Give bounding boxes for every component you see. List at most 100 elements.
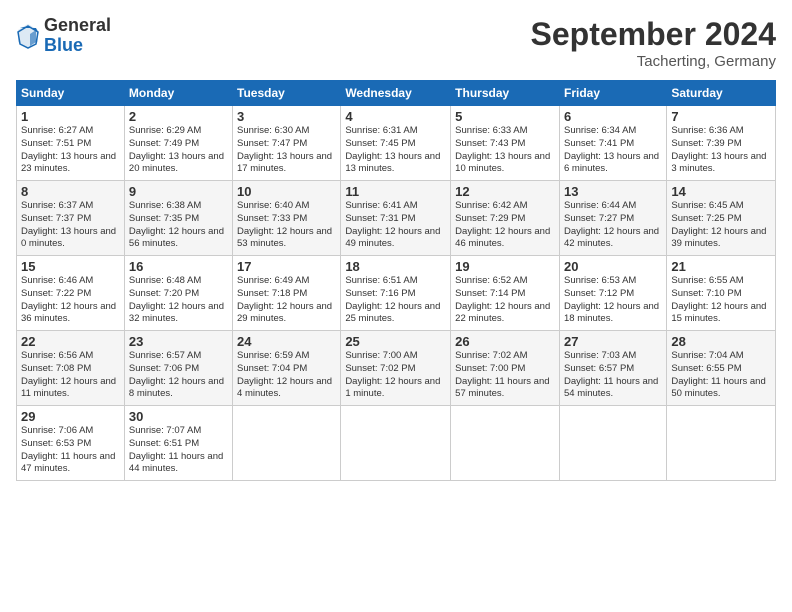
day-info: Sunrise: 6:34 AM Sunset: 7:41 PM Dayligh…: [564, 125, 662, 176]
table-row: 15Sunrise: 6:46 AM Sunset: 7:22 PM Dayli…: [17, 256, 125, 331]
table-row: 24Sunrise: 6:59 AM Sunset: 7:04 PM Dayli…: [233, 331, 341, 406]
day-number: 3: [237, 109, 336, 124]
table-row: [559, 406, 666, 481]
day-number: 21: [671, 259, 771, 274]
day-info: Sunrise: 7:07 AM Sunset: 6:51 PM Dayligh…: [129, 425, 228, 476]
day-number: 6: [564, 109, 662, 124]
table-row: 2Sunrise: 6:29 AM Sunset: 7:49 PM Daylig…: [124, 106, 232, 181]
table-row: 10Sunrise: 6:40 AM Sunset: 7:33 PM Dayli…: [233, 181, 341, 256]
day-number: 15: [21, 259, 120, 274]
table-row: 19Sunrise: 6:52 AM Sunset: 7:14 PM Dayli…: [451, 256, 560, 331]
day-number: 12: [455, 184, 555, 199]
month-title: September 2024: [531, 16, 776, 53]
day-number: 14: [671, 184, 771, 199]
day-header: Friday: [559, 81, 666, 106]
day-number: 30: [129, 409, 228, 424]
table-row: 5Sunrise: 6:33 AM Sunset: 7:43 PM Daylig…: [451, 106, 560, 181]
day-header: Saturday: [667, 81, 776, 106]
day-number: 8: [21, 184, 120, 199]
day-header: Thursday: [451, 81, 560, 106]
day-number: 11: [345, 184, 446, 199]
calendar-week: 29Sunrise: 7:06 AM Sunset: 6:53 PM Dayli…: [17, 406, 776, 481]
table-row: 8Sunrise: 6:37 AM Sunset: 7:37 PM Daylig…: [17, 181, 125, 256]
day-info: Sunrise: 6:56 AM Sunset: 7:08 PM Dayligh…: [21, 350, 120, 401]
day-info: Sunrise: 6:45 AM Sunset: 7:25 PM Dayligh…: [671, 200, 771, 251]
day-info: Sunrise: 6:44 AM Sunset: 7:27 PM Dayligh…: [564, 200, 662, 251]
calendar-week: 8Sunrise: 6:37 AM Sunset: 7:37 PM Daylig…: [17, 181, 776, 256]
table-row: 7Sunrise: 6:36 AM Sunset: 7:39 PM Daylig…: [667, 106, 776, 181]
day-info: Sunrise: 6:57 AM Sunset: 7:06 PM Dayligh…: [129, 350, 228, 401]
logo: General Blue: [16, 16, 111, 56]
table-row: 18Sunrise: 6:51 AM Sunset: 7:16 PM Dayli…: [341, 256, 451, 331]
day-number: 20: [564, 259, 662, 274]
day-info: Sunrise: 6:42 AM Sunset: 7:29 PM Dayligh…: [455, 200, 555, 251]
day-info: Sunrise: 6:49 AM Sunset: 7:18 PM Dayligh…: [237, 275, 336, 326]
logo-blue: Blue: [44, 36, 111, 56]
table-row: [667, 406, 776, 481]
table-row: 21Sunrise: 6:55 AM Sunset: 7:10 PM Dayli…: [667, 256, 776, 331]
day-number: 9: [129, 184, 228, 199]
table-row: 4Sunrise: 6:31 AM Sunset: 7:45 PM Daylig…: [341, 106, 451, 181]
calendar-week: 1Sunrise: 6:27 AM Sunset: 7:51 PM Daylig…: [17, 106, 776, 181]
day-number: 27: [564, 334, 662, 349]
calendar: SundayMondayTuesdayWednesdayThursdayFrid…: [16, 80, 776, 481]
day-number: 5: [455, 109, 555, 124]
table-row: [341, 406, 451, 481]
day-info: Sunrise: 6:29 AM Sunset: 7:49 PM Dayligh…: [129, 125, 228, 176]
day-info: Sunrise: 6:37 AM Sunset: 7:37 PM Dayligh…: [21, 200, 120, 251]
day-info: Sunrise: 6:52 AM Sunset: 7:14 PM Dayligh…: [455, 275, 555, 326]
day-info: Sunrise: 6:53 AM Sunset: 7:12 PM Dayligh…: [564, 275, 662, 326]
day-info: Sunrise: 7:02 AM Sunset: 7:00 PM Dayligh…: [455, 350, 555, 401]
location: Tacherting, Germany: [531, 53, 776, 70]
day-info: Sunrise: 6:51 AM Sunset: 7:16 PM Dayligh…: [345, 275, 446, 326]
table-row: 20Sunrise: 6:53 AM Sunset: 7:12 PM Dayli…: [559, 256, 666, 331]
header: General Blue September 2024 Tacherting, …: [16, 16, 776, 70]
table-row: 9Sunrise: 6:38 AM Sunset: 7:35 PM Daylig…: [124, 181, 232, 256]
day-number: 26: [455, 334, 555, 349]
day-info: Sunrise: 6:46 AM Sunset: 7:22 PM Dayligh…: [21, 275, 120, 326]
day-info: Sunrise: 6:38 AM Sunset: 7:35 PM Dayligh…: [129, 200, 228, 251]
day-number: 7: [671, 109, 771, 124]
table-row: 25Sunrise: 7:00 AM Sunset: 7:02 PM Dayli…: [341, 331, 451, 406]
table-row: 6Sunrise: 6:34 AM Sunset: 7:41 PM Daylig…: [559, 106, 666, 181]
day-info: Sunrise: 7:03 AM Sunset: 6:57 PM Dayligh…: [564, 350, 662, 401]
day-info: Sunrise: 6:55 AM Sunset: 7:10 PM Dayligh…: [671, 275, 771, 326]
day-number: 4: [345, 109, 446, 124]
day-number: 18: [345, 259, 446, 274]
table-row: 23Sunrise: 6:57 AM Sunset: 7:06 PM Dayli…: [124, 331, 232, 406]
calendar-week: 15Sunrise: 6:46 AM Sunset: 7:22 PM Dayli…: [17, 256, 776, 331]
day-number: 28: [671, 334, 771, 349]
logo-general: General: [44, 16, 111, 36]
table-row: 1Sunrise: 6:27 AM Sunset: 7:51 PM Daylig…: [17, 106, 125, 181]
day-info: Sunrise: 6:31 AM Sunset: 7:45 PM Dayligh…: [345, 125, 446, 176]
table-row: 3Sunrise: 6:30 AM Sunset: 7:47 PM Daylig…: [233, 106, 341, 181]
table-row: 17Sunrise: 6:49 AM Sunset: 7:18 PM Dayli…: [233, 256, 341, 331]
day-info: Sunrise: 6:41 AM Sunset: 7:31 PM Dayligh…: [345, 200, 446, 251]
logo-icon: [16, 22, 40, 50]
day-number: 13: [564, 184, 662, 199]
table-row: 26Sunrise: 7:02 AM Sunset: 7:00 PM Dayli…: [451, 331, 560, 406]
day-number: 29: [21, 409, 120, 424]
day-header: Monday: [124, 81, 232, 106]
table-row: 22Sunrise: 6:56 AM Sunset: 7:08 PM Dayli…: [17, 331, 125, 406]
table-row: [451, 406, 560, 481]
day-number: 23: [129, 334, 228, 349]
day-info: Sunrise: 6:33 AM Sunset: 7:43 PM Dayligh…: [455, 125, 555, 176]
day-number: 1: [21, 109, 120, 124]
day-header: Wednesday: [341, 81, 451, 106]
day-header: Tuesday: [233, 81, 341, 106]
title-section: September 2024 Tacherting, Germany: [531, 16, 776, 70]
day-info: Sunrise: 6:30 AM Sunset: 7:47 PM Dayligh…: [237, 125, 336, 176]
page: General Blue September 2024 Tacherting, …: [0, 0, 792, 491]
day-info: Sunrise: 6:48 AM Sunset: 7:20 PM Dayligh…: [129, 275, 228, 326]
table-row: 12Sunrise: 6:42 AM Sunset: 7:29 PM Dayli…: [451, 181, 560, 256]
logo-text: General Blue: [44, 16, 111, 56]
day-number: 16: [129, 259, 228, 274]
table-row: 14Sunrise: 6:45 AM Sunset: 7:25 PM Dayli…: [667, 181, 776, 256]
day-info: Sunrise: 6:36 AM Sunset: 7:39 PM Dayligh…: [671, 125, 771, 176]
day-number: 22: [21, 334, 120, 349]
day-info: Sunrise: 7:00 AM Sunset: 7:02 PM Dayligh…: [345, 350, 446, 401]
table-row: [233, 406, 341, 481]
day-number: 19: [455, 259, 555, 274]
day-info: Sunrise: 7:04 AM Sunset: 6:55 PM Dayligh…: [671, 350, 771, 401]
